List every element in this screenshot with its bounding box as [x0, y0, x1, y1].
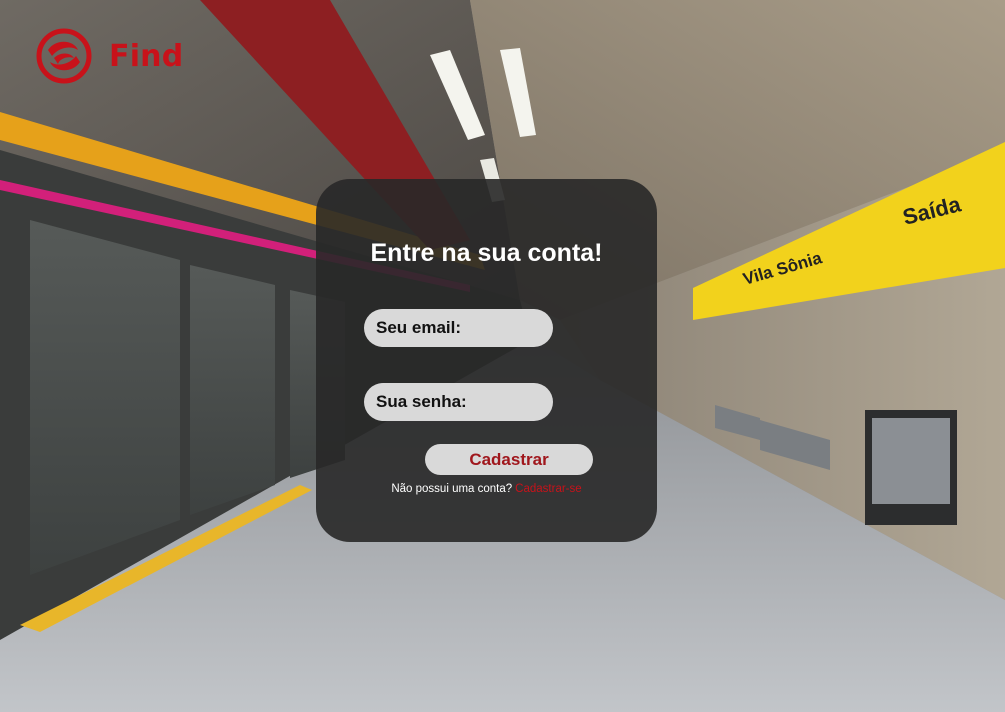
login-card: Entre na sua conta! Cadastrar Não possui… [316, 179, 657, 542]
login-title: Entre na sua conta! [370, 239, 603, 267]
trash-bin-bag [872, 418, 950, 504]
password-input[interactable] [364, 383, 553, 421]
signup-prompt-line: Não possui uma conta? Cadastrar-se [316, 483, 657, 495]
signup-link[interactable]: Cadastrar-se [515, 483, 581, 495]
brand-name: Find [109, 38, 184, 74]
platform-door-glass-2 [190, 265, 275, 515]
platform-door-glass-1 [30, 220, 180, 575]
email-input[interactable] [364, 309, 553, 347]
signup-prompt-text: Não possui uma conta? [391, 483, 513, 495]
submit-button[interactable]: Cadastrar [425, 444, 593, 475]
swirl-logo-icon [36, 28, 92, 84]
brand-logo[interactable]: Find [36, 28, 183, 84]
